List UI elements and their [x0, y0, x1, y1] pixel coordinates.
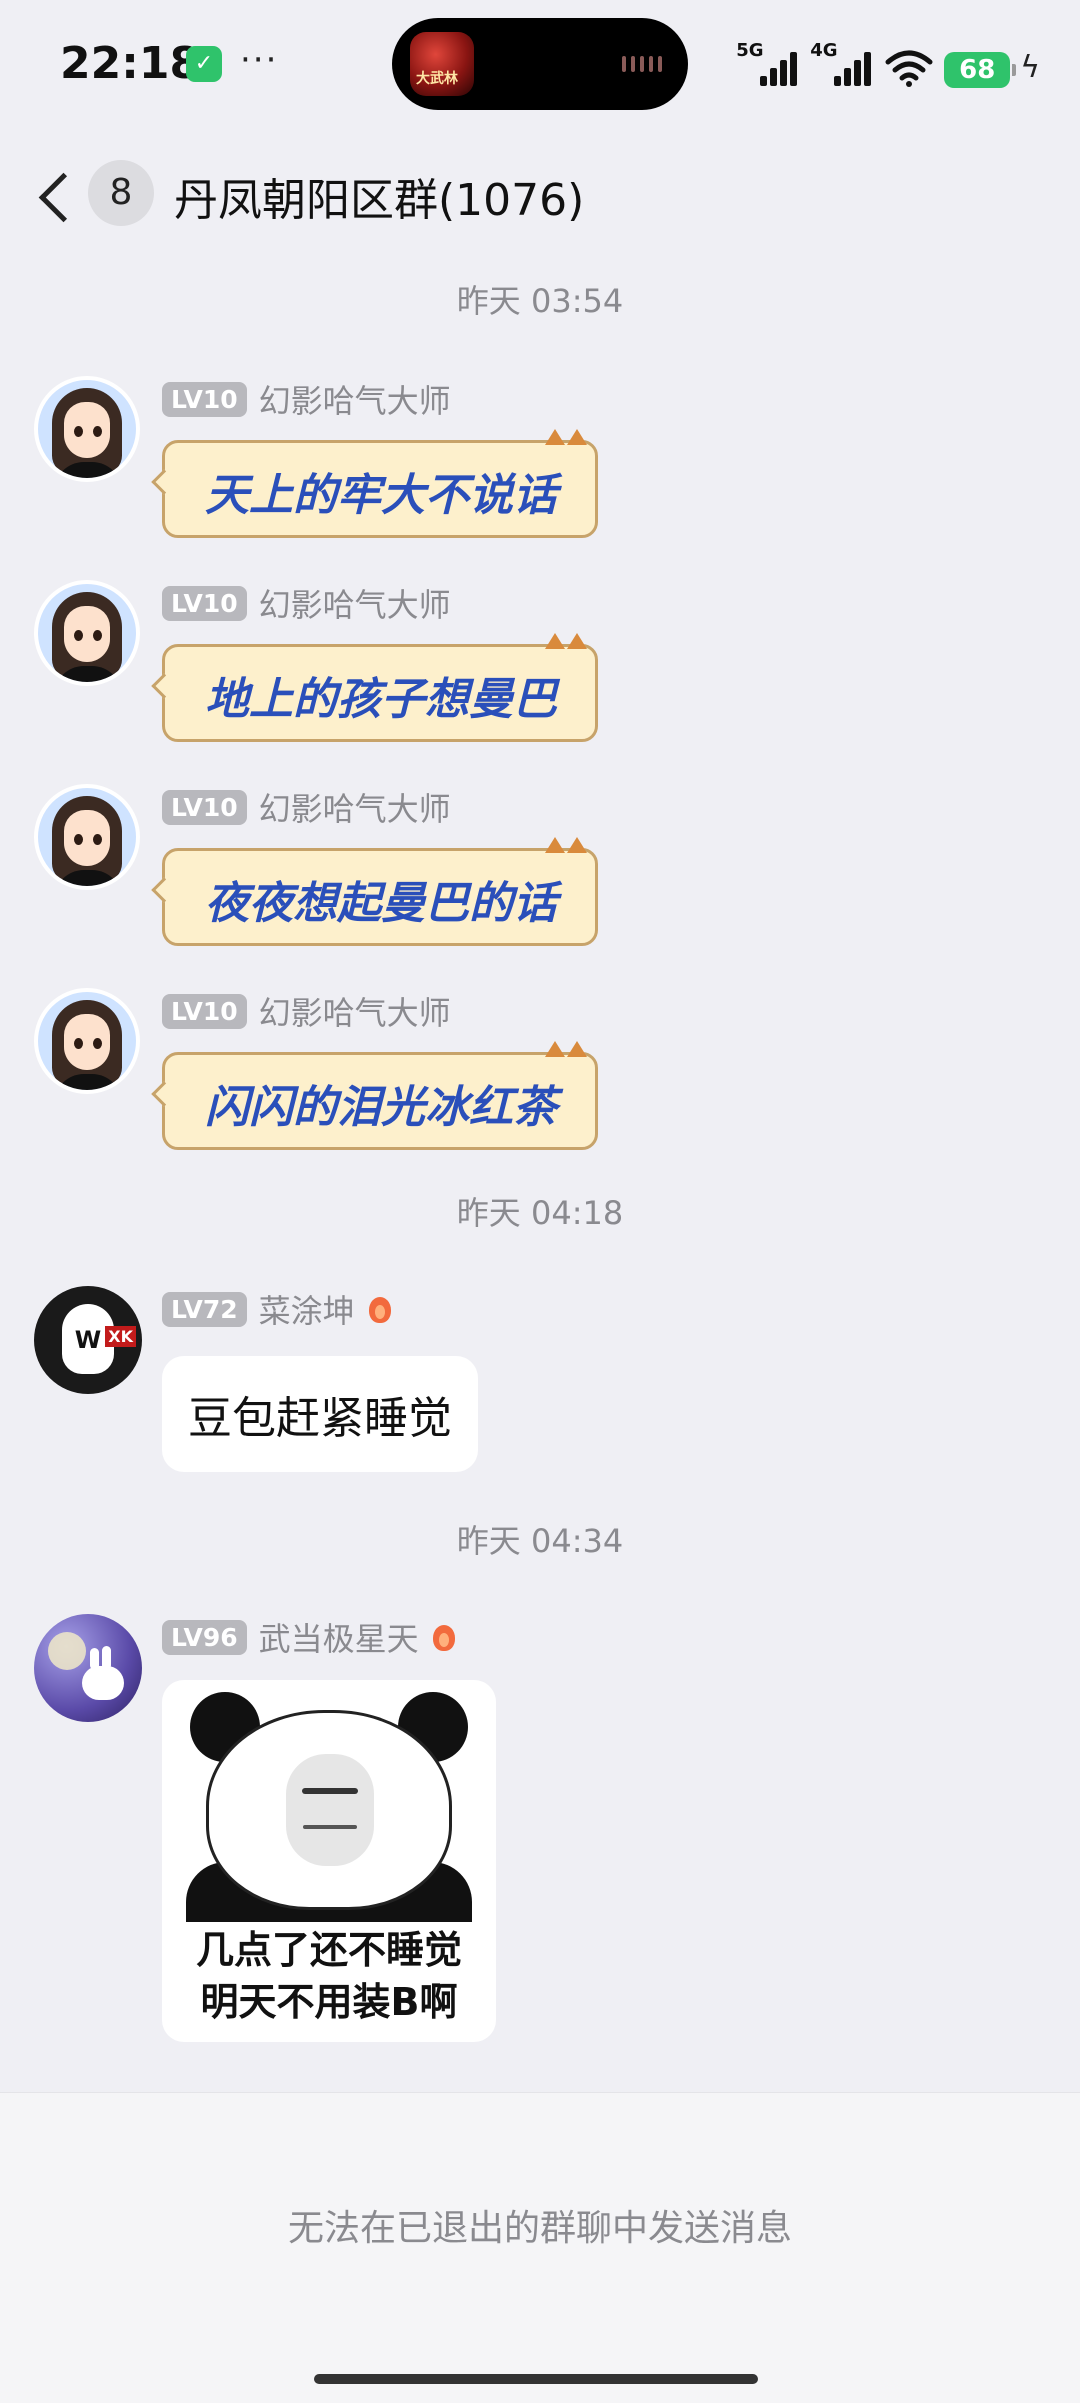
more-notifications-icon: ··· — [240, 40, 279, 80]
sender-meta: LV10 幻影哈气大师 — [162, 784, 451, 830]
signal-4g-icon: 4G — [810, 40, 874, 88]
message-text: 闪闪的泪光冰红茶 — [205, 1082, 557, 1133]
input-disabled-bar: 无法在已退出的群聊中发送消息 — [0, 2092, 1080, 2403]
avatar[interactable] — [34, 988, 140, 1094]
avatar[interactable] — [34, 376, 140, 482]
message-bubble[interactable]: 地上的孩子想曼巴 — [151, 633, 598, 742]
game-label: 大武林 — [416, 71, 458, 87]
message-text: 地上的孩子想曼巴 — [205, 674, 557, 725]
bolt-icon: ϟ — [1020, 50, 1040, 85]
level-badge: LV10 — [162, 789, 247, 825]
sender-name[interactable]: 幻影哈气大师 — [259, 784, 451, 830]
cat-ear-icon — [545, 633, 565, 649]
unread-count-badge[interactable]: 8 — [88, 160, 154, 226]
home-indicator[interactable] — [314, 2374, 758, 2384]
dynamic-island[interactable]: 大武林 — [392, 18, 688, 110]
cat-ear-icon — [567, 1041, 587, 1057]
flame-icon — [431, 1621, 457, 1653]
cat-ear-icon — [545, 429, 565, 445]
level-badge: LV10 — [162, 381, 247, 417]
signal-5g-icon: 5G — [736, 40, 800, 88]
audio-bars-icon — [622, 56, 662, 72]
cat-ear-icon — [567, 429, 587, 445]
avatar[interactable] — [34, 580, 140, 686]
chat-header: 8 丹凤朝阳区群(1076) — [0, 140, 1080, 250]
clock: 22:18 — [60, 38, 201, 89]
time-separator: 昨天 03:54 — [456, 282, 624, 320]
level-badge: LV10 — [162, 585, 247, 621]
cat-ear-icon — [567, 837, 587, 853]
level-badge: LV96 — [162, 1619, 247, 1655]
message-bubble[interactable]: 豆包赶紧睡觉 — [162, 1356, 478, 1472]
cat-ear-icon — [545, 1041, 565, 1057]
status-bar: 22:18 ✓ ··· 大武林 5G 4G 68 ϟ — [0, 0, 1080, 130]
avatar[interactable] — [34, 784, 140, 890]
sender-meta: LV10 幻影哈气大师 — [162, 376, 451, 422]
sender-meta: LV96 武当极星天 — [162, 1614, 457, 1660]
image-message[interactable]: 几点了还不睡觉 明天不用装B啊 — [162, 1680, 496, 2042]
wifi-icon — [885, 50, 933, 87]
sender-name[interactable]: 菜涂坤 — [259, 1286, 355, 1332]
message-text: 夜夜想起曼巴的话 — [205, 878, 557, 929]
sender-name[interactable]: 武当极星天 — [259, 1614, 419, 1660]
cat-ear-icon — [545, 837, 565, 853]
image-caption: 几点了还不睡觉 明天不用装B啊 — [195, 1928, 462, 2024]
sender-meta: LV10 幻影哈气大师 — [162, 988, 451, 1034]
sender-meta: LV72 菜涂坤 — [162, 1286, 393, 1332]
message-bubble[interactable]: 夜夜想起曼巴的话 — [151, 837, 598, 946]
level-badge: LV72 — [162, 1291, 247, 1327]
status-icons: 5G 4G 68 ϟ — [736, 40, 1040, 88]
sender-name[interactable]: 幻影哈气大师 — [259, 376, 451, 422]
level-badge: LV10 — [162, 993, 247, 1029]
group-title[interactable]: 丹凤朝阳区群(1076) — [174, 164, 584, 228]
time-separator: 昨天 04:18 — [456, 1194, 624, 1232]
time-separator: 昨天 04:34 — [456, 1522, 624, 1560]
shield-check-icon: ✓ — [186, 46, 222, 82]
chevron-left-icon[interactable] — [36, 170, 76, 226]
sender-meta: LV10 幻影哈气大师 — [162, 580, 451, 626]
disabled-notice: 无法在已退出的群聊中发送消息 — [287, 2208, 792, 2249]
message-text: 天上的牢大不说话 — [205, 470, 557, 521]
sender-name[interactable]: 幻影哈气大师 — [259, 988, 451, 1034]
message-bubble[interactable]: 天上的牢大不说话 — [151, 429, 598, 538]
message-bubble[interactable]: 闪闪的泪光冰红茶 — [151, 1041, 598, 1150]
avatar[interactable]: XK — [34, 1286, 142, 1394]
game-app-icon[interactable]: 大武林 — [410, 32, 474, 96]
cat-ear-icon — [567, 633, 587, 649]
battery-indicator: 68 — [944, 52, 1017, 88]
panda-meme-image — [186, 1692, 472, 1922]
avatar[interactable] — [34, 1614, 142, 1722]
sender-name[interactable]: 幻影哈气大师 — [259, 580, 451, 626]
flame-icon — [367, 1293, 393, 1325]
